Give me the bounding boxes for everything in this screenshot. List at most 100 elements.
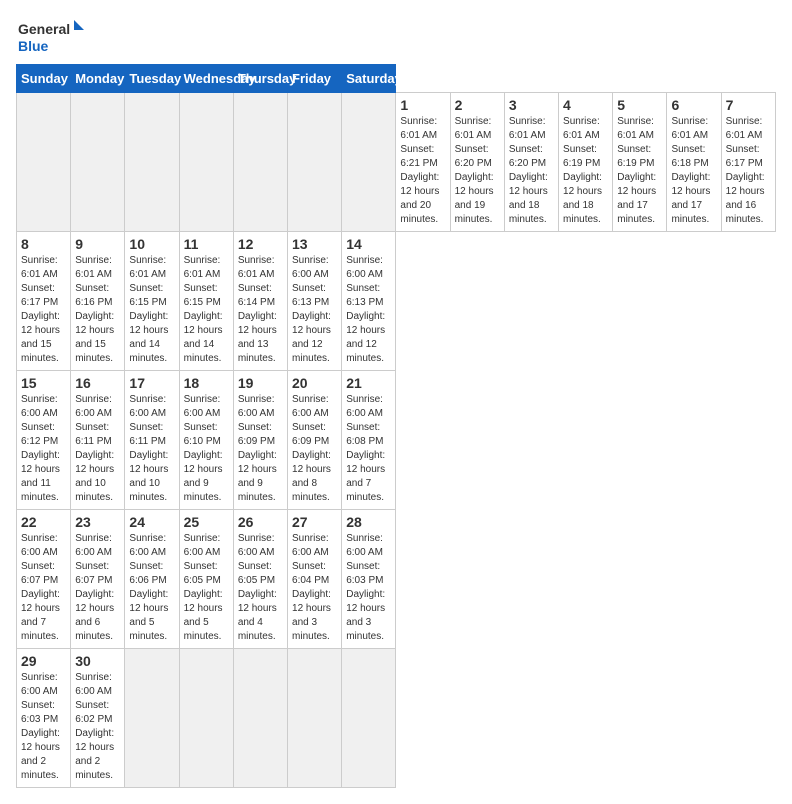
calendar-cell: 14Sunrise: 6:00 AMSunset: 6:13 PMDayligh… (342, 232, 396, 371)
cell-sun-set-info: Sunrise: 6:01 AMSunset: 6:15 PMDaylight:… (184, 254, 229, 366)
day-number: 24 (129, 514, 174, 530)
page-header: GeneralBlue (16, 16, 776, 56)
calendar-cell (17, 93, 71, 232)
cell-sun-set-info: Sunrise: 6:01 AMSunset: 6:19 PMDaylight:… (563, 115, 608, 227)
calendar-cell: 13 Sunrise: 6:00 AMSunset: 6:13 PMDayligh… (288, 232, 342, 371)
logo: GeneralBlue (16, 16, 96, 56)
cell-sun-set-info: Sunrise: 6:00 AMSunset: 6:12 PMDaylight:… (21, 393, 66, 505)
calendar-cell: 12Sunrise: 6:01 AMSunset: 6:14 PMDayligh… (233, 232, 287, 371)
cell-sun-set-info: Sunrise: 6:00 AMSunset: 6:05 PMDaylight:… (184, 532, 229, 644)
day-number: 4 (563, 97, 608, 113)
calendar-cell: 25 Sunrise: 6:00 AMSunset: 6:05 PMDayligh… (179, 510, 233, 649)
cell-sun-set-info: Sunrise: 6:01 AMSunset: 6:15 PMDaylight:… (129, 254, 174, 366)
cell-sun-set-info: Sunrise: 6:00 AMSunset: 6:09 PMDaylight:… (238, 393, 283, 505)
calendar-table: SundayMondayTuesdayWednesdayThursdayFrid… (16, 64, 776, 788)
calendar-cell: 8Sunrise: 6:01 AMSunset: 6:17 PMDaylight… (17, 232, 71, 371)
calendar-week-row: 22 Sunrise: 6:00 AMSunset: 6:07 PMDayligh… (17, 510, 776, 649)
calendar-cell: 24 Sunrise: 6:00 AMSunset: 6:06 PMDayligh… (125, 510, 179, 649)
calendar-cell: 10 Sunrise: 6:01 AMSunset: 6:15 PMDayligh… (125, 232, 179, 371)
calendar-header-tuesday: Tuesday (125, 65, 179, 93)
calendar-cell: 4 Sunrise: 6:01 AMSunset: 6:19 PMDaylight… (559, 93, 613, 232)
day-number: 3 (509, 97, 554, 113)
calendar-cell: 5Sunrise: 6:01 AMSunset: 6:19 PMDaylight… (613, 93, 667, 232)
calendar-cell (342, 649, 396, 788)
cell-sun-set-info: Sunrise: 6:00 AMSunset: 6:03 PMDaylight:… (21, 671, 66, 783)
cell-sun-set-info: Sunrise: 6:00 AMSunset: 6:07 PMDaylight:… (21, 532, 66, 644)
cell-sun-set-info: Sunrise: 6:00 AMSunset: 6:03 PMDaylight:… (346, 532, 391, 644)
calendar-header-friday: Friday (288, 65, 342, 93)
calendar-cell (233, 649, 287, 788)
calendar-cell: 3Sunrise: 6:01 AMSunset: 6:20 PMDaylight… (504, 93, 558, 232)
day-number: 16 (75, 375, 120, 391)
calendar-cell: 22 Sunrise: 6:00 AMSunset: 6:07 PMDayligh… (17, 510, 71, 649)
cell-sun-set-info: Sunrise: 6:00 AMSunset: 6:07 PMDaylight:… (75, 532, 120, 644)
calendar-cell (342, 93, 396, 232)
day-number: 17 (129, 375, 174, 391)
day-number: 18 (184, 375, 229, 391)
cell-sun-set-info: Sunrise: 6:00 AMSunset: 6:13 PMDaylight:… (292, 254, 337, 366)
day-number: 30 (75, 653, 120, 669)
day-number: 13 (292, 236, 337, 252)
calendar-cell: 20 Sunrise: 6:00 AMSunset: 6:09 PMDayligh… (288, 371, 342, 510)
cell-sun-set-info: Sunrise: 6:00 AMSunset: 6:02 PMDaylight:… (75, 671, 120, 783)
cell-sun-set-info: Sunrise: 6:01 AMSunset: 6:21 PMDaylight:… (400, 115, 445, 227)
calendar-cell: 18 Sunrise: 6:00 AMSunset: 6:10 PMDayligh… (179, 371, 233, 510)
calendar-cell (288, 93, 342, 232)
cell-sun-set-info: Sunrise: 6:01 AMSunset: 6:14 PMDaylight:… (238, 254, 283, 366)
cell-sun-set-info: Sunrise: 6:00 AMSunset: 6:13 PMDaylight:… (346, 254, 391, 366)
calendar-cell: 6 Sunrise: 6:01 AMSunset: 6:18 PMDaylight… (667, 93, 721, 232)
calendar-header-row: SundayMondayTuesdayWednesdayThursdayFrid… (17, 65, 776, 93)
day-number: 28 (346, 514, 391, 530)
cell-sun-set-info: Sunrise: 6:01 AMSunset: 6:16 PMDaylight:… (75, 254, 120, 366)
calendar-cell (179, 93, 233, 232)
logo-icon: GeneralBlue (16, 16, 96, 56)
svg-text:General: General (18, 21, 70, 37)
cell-sun-set-info: Sunrise: 6:00 AMSunset: 6:10 PMDaylight:… (184, 393, 229, 505)
calendar-cell: 11 Sunrise: 6:01 AMSunset: 6:15 PMDayligh… (179, 232, 233, 371)
calendar-cell (125, 649, 179, 788)
day-number: 26 (238, 514, 283, 530)
day-number: 23 (75, 514, 120, 530)
calendar-cell: 27 Sunrise: 6:00 AMSunset: 6:04 PMDayligh… (288, 510, 342, 649)
calendar-cell: 2Sunrise: 6:01 AMSunset: 6:20 PMDaylight… (450, 93, 504, 232)
day-number: 27 (292, 514, 337, 530)
cell-sun-set-info: Sunrise: 6:01 AMSunset: 6:17 PMDaylight:… (726, 115, 771, 227)
calendar-header-saturday: Saturday (342, 65, 396, 93)
cell-sun-set-info: Sunrise: 6:00 AMSunset: 6:11 PMDaylight:… (129, 393, 174, 505)
calendar-cell: 26Sunrise: 6:00 AMSunset: 6:05 PMDayligh… (233, 510, 287, 649)
day-number: 8 (21, 236, 66, 252)
calendar-cell: 23 Sunrise: 6:00 AMSunset: 6:07 PMDayligh… (71, 510, 125, 649)
cell-sun-set-info: Sunrise: 6:00 AMSunset: 6:06 PMDaylight:… (129, 532, 174, 644)
day-number: 19 (238, 375, 283, 391)
cell-sun-set-info: Sunrise: 6:00 AMSunset: 6:08 PMDaylight:… (346, 393, 391, 505)
cell-sun-set-info: Sunrise: 6:00 AMSunset: 6:04 PMDaylight:… (292, 532, 337, 644)
calendar-header-thursday: Thursday (233, 65, 287, 93)
calendar-week-row: 29 Sunrise: 6:00 AMSunset: 6:03 PMDayligh… (17, 649, 776, 788)
cell-sun-set-info: Sunrise: 6:00 AMSunset: 6:11 PMDaylight:… (75, 393, 120, 505)
day-number: 29 (21, 653, 66, 669)
day-number: 25 (184, 514, 229, 530)
svg-text:Blue: Blue (18, 38, 49, 54)
day-number: 20 (292, 375, 337, 391)
day-number: 11 (184, 236, 229, 252)
day-number: 1 (400, 97, 445, 113)
calendar-cell (288, 649, 342, 788)
day-number: 22 (21, 514, 66, 530)
calendar-cell: 19 Sunrise: 6:00 AMSunset: 6:09 PMDayligh… (233, 371, 287, 510)
calendar-header-wednesday: Wednesday (179, 65, 233, 93)
day-number: 5 (617, 97, 662, 113)
calendar-cell: 28 Sunrise: 6:00 AMSunset: 6:03 PMDayligh… (342, 510, 396, 649)
cell-sun-set-info: Sunrise: 6:01 AMSunset: 6:18 PMDaylight:… (671, 115, 716, 227)
calendar-cell: 1 Sunrise: 6:01 AMSunset: 6:21 PMDaylight… (396, 93, 450, 232)
calendar-cell (233, 93, 287, 232)
day-number: 9 (75, 236, 120, 252)
day-number: 7 (726, 97, 771, 113)
calendar-week-row: 8Sunrise: 6:01 AMSunset: 6:17 PMDaylight… (17, 232, 776, 371)
cell-sun-set-info: Sunrise: 6:00 AMSunset: 6:09 PMDaylight:… (292, 393, 337, 505)
calendar-header-sunday: Sunday (17, 65, 71, 93)
calendar-cell: 29 Sunrise: 6:00 AMSunset: 6:03 PMDayligh… (17, 649, 71, 788)
calendar-cell: 16 Sunrise: 6:00 AMSunset: 6:11 PMDayligh… (71, 371, 125, 510)
day-number: 10 (129, 236, 174, 252)
day-number: 6 (671, 97, 716, 113)
calendar-cell (125, 93, 179, 232)
